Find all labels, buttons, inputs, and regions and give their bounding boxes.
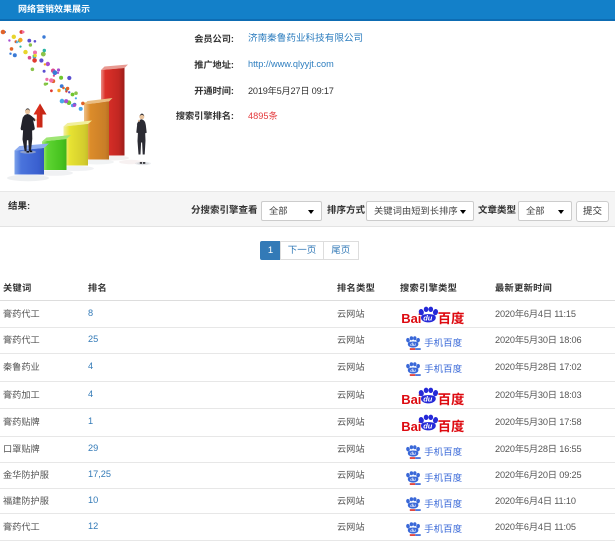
svg-text:du: du: [423, 421, 433, 430]
svg-text:du: du: [410, 503, 416, 508]
svg-text:百度: 百度: [438, 307, 465, 327]
svg-text:Bai: Bai: [401, 419, 421, 434]
svg-text:du: du: [423, 313, 433, 322]
svg-text:手机百度: 手机百度: [424, 335, 463, 349]
svg-text:du: du: [410, 477, 416, 482]
svg-text:手机百度: 手机百度: [424, 470, 463, 484]
svg-text:手机百度: 手机百度: [424, 444, 463, 458]
svg-text:手机百度: 手机百度: [424, 496, 463, 510]
svg-text:du: du: [410, 528, 416, 533]
svg-text:百度: 百度: [438, 415, 465, 435]
svg-text:手机百度: 手机百度: [424, 361, 463, 375]
svg-text:du: du: [410, 451, 416, 456]
svg-text:du: du: [423, 394, 433, 403]
svg-text:Bai: Bai: [401, 392, 421, 407]
svg-text:百度: 百度: [438, 388, 465, 408]
svg-text:手机百度: 手机百度: [424, 521, 463, 535]
svg-text:Bai: Bai: [401, 311, 421, 326]
svg-text:du: du: [410, 342, 416, 347]
svg-text:du: du: [410, 368, 416, 373]
